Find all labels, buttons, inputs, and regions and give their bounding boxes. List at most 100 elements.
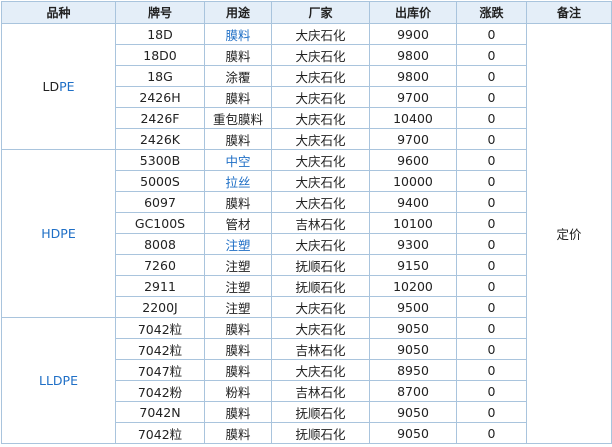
header-note: 备注: [526, 1, 612, 24]
grade: 18G: [147, 68, 173, 84]
use-cell: 涂覆: [204, 65, 272, 87]
use-cell: 重包膜料: [204, 107, 272, 129]
use-link-cell: 拉丝: [204, 170, 272, 192]
factory: 大庆石化: [295, 27, 346, 43]
price-cell: 9800: [369, 44, 457, 66]
factory: 抚顺石化: [295, 405, 346, 421]
grade: 2911: [144, 278, 176, 294]
change: 0: [487, 152, 496, 168]
grade: 2200J: [142, 299, 178, 315]
factory-cell: 大庆石化: [271, 296, 370, 318]
grade: 5000S: [140, 173, 180, 189]
category-name-link[interactable]: PE: [59, 79, 74, 94]
factory: 大庆石化: [295, 174, 346, 190]
price-table: 品种 牌号 用途 厂家 出库价 涨跌 备注 LDPE 18D 膜料 大庆石化 9900 0…: [1, 1, 612, 444]
grade-cell: 2426H: [115, 86, 205, 108]
price: 8950: [397, 362, 429, 378]
grade: GC100S: [134, 215, 186, 231]
price-cell: 9500: [369, 296, 457, 318]
factory: 抚顺石化: [295, 258, 346, 274]
factory-cell: 吉林石化: [271, 338, 370, 360]
price-cell: 9700: [369, 86, 457, 108]
grade: 7042粉: [137, 384, 183, 400]
change: 0: [487, 278, 496, 294]
grade-cell: 7047粒: [115, 359, 205, 381]
factory: 吉林石化: [295, 216, 346, 232]
grade-cell: GC100S: [115, 212, 205, 234]
price: 9500: [397, 299, 429, 315]
change: 0: [487, 362, 496, 378]
change: 0: [487, 299, 496, 315]
change-cell: 0: [456, 65, 527, 87]
change-cell: 0: [456, 422, 527, 444]
change: 0: [487, 257, 496, 273]
category-cell: HDPE: [1, 149, 116, 318]
factory-cell: 抚顺石化: [271, 401, 370, 423]
grade: 7042粒: [137, 321, 183, 337]
change-cell: 0: [456, 254, 527, 276]
use-link[interactable]: 中空: [225, 154, 250, 169]
grade: 7047粒: [137, 363, 183, 379]
price-cell: 9050: [369, 338, 457, 360]
change: 0: [487, 110, 496, 126]
grade-cell: 5000S: [115, 170, 205, 192]
change-cell: 0: [456, 149, 527, 171]
grade: 7042N: [139, 404, 181, 420]
price: 9600: [397, 152, 429, 168]
use-cell: 注塑: [204, 275, 272, 297]
category-name-prefix: LD: [42, 79, 60, 94]
change: 0: [487, 236, 496, 252]
factory: 抚顺石化: [295, 426, 346, 442]
price-cell: 10200: [369, 275, 457, 297]
use: 注塑: [225, 279, 251, 295]
grade-cell: 18D0: [115, 44, 205, 66]
price: 10000: [393, 173, 433, 189]
grade: 6097: [144, 194, 176, 210]
price: 9700: [397, 89, 429, 105]
change: 0: [487, 47, 496, 63]
price-cell: 10100: [369, 212, 457, 234]
factory: 吉林石化: [295, 384, 346, 400]
price-cell: 9700: [369, 128, 457, 150]
price-cell: 9600: [369, 149, 457, 171]
use-link[interactable]: 膜料: [225, 28, 250, 43]
price-cell: 9050: [369, 317, 457, 339]
use-link-cell: 膜料: [204, 23, 272, 45]
factory-cell: 大庆石化: [271, 191, 370, 213]
use: 膜料: [225, 321, 251, 337]
price-cell: 9400: [369, 191, 457, 213]
factory: 大庆石化: [295, 195, 346, 211]
change-cell: 0: [456, 317, 527, 339]
use-link[interactable]: 拉丝: [225, 175, 250, 190]
factory: 吉林石化: [295, 342, 346, 358]
factory-cell: 大庆石化: [271, 44, 370, 66]
use-cell: 膜料: [204, 401, 272, 423]
factory: 大庆石化: [295, 90, 346, 106]
factory: 大庆石化: [295, 132, 346, 148]
use: 粉料: [225, 384, 251, 400]
factory-cell: 大庆石化: [271, 107, 370, 129]
change-cell: 0: [456, 212, 527, 234]
category-name-link[interactable]: LLDPE: [39, 373, 78, 388]
price: 10100: [393, 215, 433, 231]
use: 膜料: [225, 363, 251, 379]
factory: 大庆石化: [295, 48, 346, 64]
grade-cell: 2426F: [115, 107, 205, 129]
category-name-link[interactable]: HDPE: [41, 226, 75, 241]
factory-cell: 大庆石化: [271, 170, 370, 192]
note-text: 定价: [556, 227, 582, 242]
note-cell: 定价: [526, 23, 612, 444]
use: 膜料: [225, 48, 251, 64]
change: 0: [487, 131, 496, 147]
price: 8700: [397, 383, 429, 399]
use-link[interactable]: 注塑: [225, 238, 250, 253]
grade-cell: 7042粒: [115, 422, 205, 444]
use-cell: 膜料: [204, 128, 272, 150]
change: 0: [487, 320, 496, 336]
factory: 大庆石化: [295, 237, 346, 253]
grade-cell: 8008: [115, 233, 205, 255]
grade-cell: 2426K: [115, 128, 205, 150]
grade-cell: 18G: [115, 65, 205, 87]
change: 0: [487, 404, 496, 420]
grade-cell: 18D: [115, 23, 205, 45]
